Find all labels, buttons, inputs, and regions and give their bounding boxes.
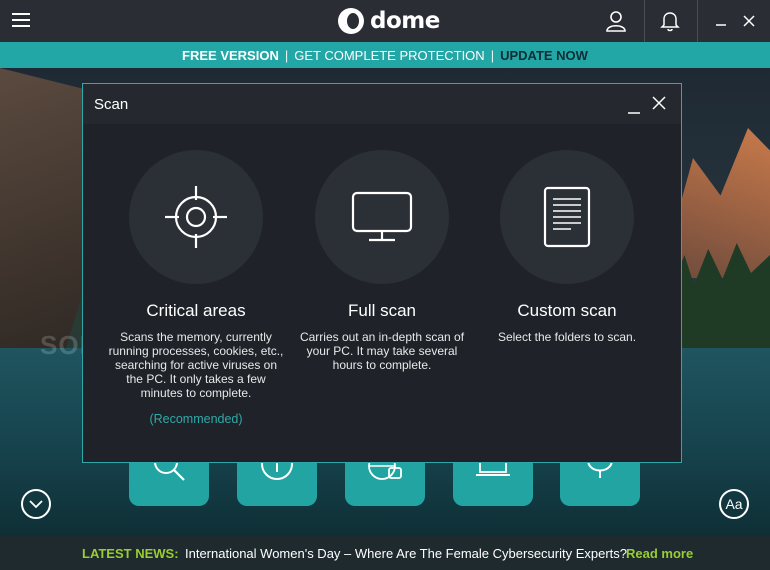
option-title: Custom scan (517, 301, 617, 320)
monitor-icon (351, 191, 413, 242)
title-bar: dome (0, 0, 770, 42)
crosshair-icon (165, 186, 227, 248)
news-headline[interactable]: International Women's Day – Where Are Th… (185, 546, 627, 561)
dialog-minimize-button[interactable] (626, 94, 642, 114)
user-account-button[interactable] (596, 0, 636, 42)
option-icon-circle[interactable] (315, 150, 449, 284)
complete-protection-link[interactable]: GET COMPLETE PROTECTION (294, 48, 484, 63)
user-icon (606, 11, 626, 32)
option-icon-circle[interactable] (129, 150, 263, 284)
app-logo: dome (338, 7, 440, 35)
read-more-link[interactable]: Read more (626, 546, 693, 561)
minimize-button[interactable] (708, 0, 734, 42)
option-description: Carries out an in-depth scan of your PC.… (299, 330, 465, 372)
logo-text: dome (370, 8, 440, 34)
option-description: Scans the memory, currently running proc… (108, 330, 284, 400)
scan-option-full-scan[interactable]: Full scan Carries out an in-depth scan o… (292, 150, 472, 372)
promo-separator: | (490, 47, 495, 63)
promo-separator: | (284, 47, 289, 63)
font-size-button[interactable]: Aa (719, 489, 749, 519)
expand-down-button[interactable] (21, 489, 51, 519)
update-now-link[interactable]: UPDATE NOW (500, 48, 588, 63)
free-version-label: FREE VERSION (182, 47, 279, 63)
chevron-down-icon (29, 500, 43, 509)
scan-dialog: Scan Critical areas Scans the memory, cu… (82, 83, 682, 463)
minimize-icon (716, 24, 726, 26)
option-description: Select the folders to scan. (497, 330, 637, 344)
promo-bar: FREE VERSION | GET COMPLETE PROTECTION |… (0, 42, 770, 68)
news-label: LATEST NEWS: (82, 545, 179, 561)
close-icon (743, 15, 755, 27)
titlebar-divider (697, 0, 698, 42)
close-button[interactable] (736, 0, 762, 42)
close-icon (652, 96, 666, 110)
dialog-title: Scan (94, 95, 129, 113)
minimize-icon (628, 112, 640, 114)
notifications-button[interactable] (650, 0, 690, 42)
news-bar: LATEST NEWS: International Women's Day –… (0, 536, 770, 570)
logo-mark-icon (338, 8, 364, 34)
option-title: Full scan (347, 301, 417, 320)
option-icon-circle[interactable] (500, 150, 634, 284)
dialog-close-button[interactable] (652, 96, 668, 112)
dialog-header: Scan (83, 84, 681, 124)
document-icon (543, 186, 591, 248)
recommended-label: (Recommended) (149, 412, 243, 426)
scan-option-custom-scan[interactable]: Custom scan Select the folders to scan. (477, 150, 657, 344)
bell-icon (660, 12, 680, 32)
option-title: Critical areas (146, 301, 246, 320)
scan-option-critical-areas[interactable]: Critical areas Scans the memory, current… (106, 150, 286, 426)
menu-icon[interactable] (12, 13, 30, 29)
titlebar-divider (644, 0, 645, 42)
